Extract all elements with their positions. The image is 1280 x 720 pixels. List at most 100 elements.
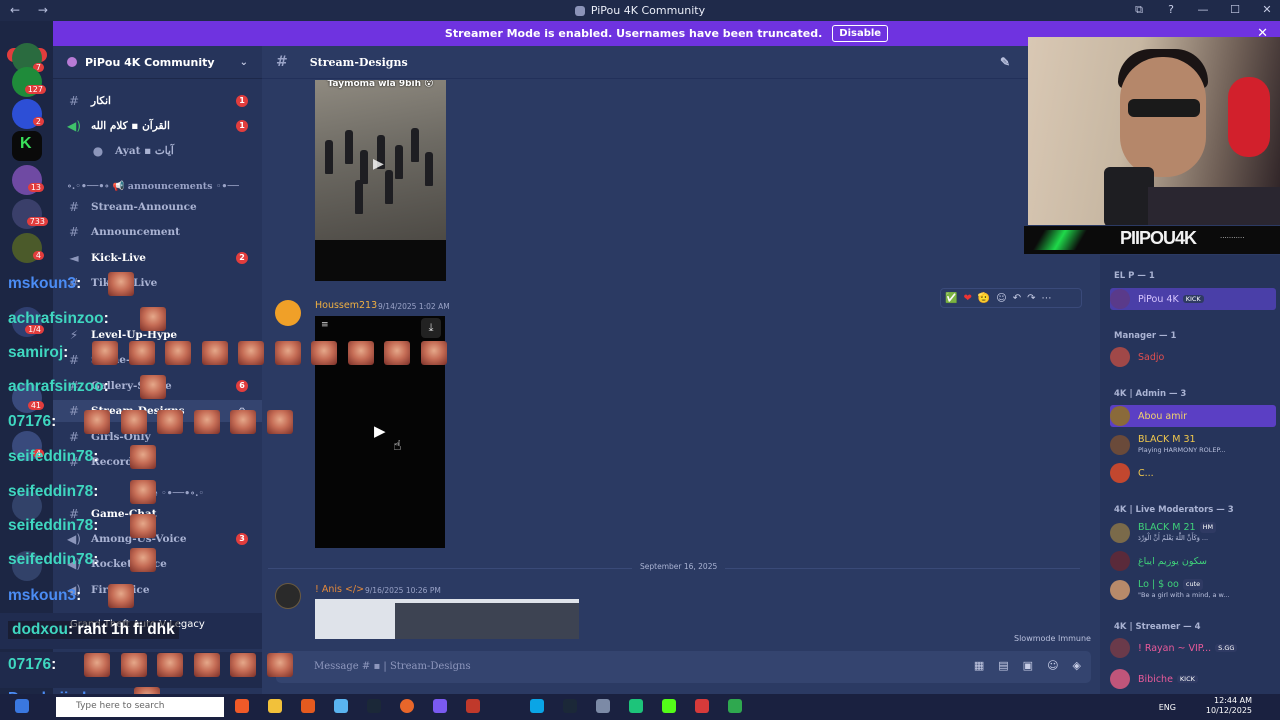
chat-username: samiroj [8, 344, 64, 361]
app-icon[interactable] [530, 699, 544, 713]
member-tag: KICK [1176, 675, 1198, 683]
app-icon[interactable] [466, 699, 480, 713]
steam-icon[interactable] [367, 699, 381, 713]
avatar[interactable] [275, 300, 301, 326]
member-item[interactable]: Bibiche KICK [1110, 668, 1276, 690]
brave-icon[interactable] [235, 699, 249, 713]
chat-username: mskoun3 [8, 587, 77, 604]
message-composer[interactable]: Message # ▪ | Stream-Designs ▦ ▤ ▣ ☺ ◈ [276, 651, 1091, 683]
avatar [1110, 638, 1130, 658]
help-icon[interactable]: ? [1164, 3, 1178, 17]
maximize-button[interactable]: ☐ [1228, 3, 1242, 17]
menu-icon[interactable]: ≡ [321, 320, 329, 330]
chat-overlay-line: achrafsinzoo: [8, 378, 109, 396]
avatar[interactable] [275, 583, 301, 609]
voice-member[interactable]: ● Ayat ▪ آيات [53, 140, 262, 162]
emoji-icon[interactable]: ☺ [1047, 659, 1058, 672]
reply-icon[interactable]: ↶ [1013, 293, 1021, 304]
unread-badge: 733 [26, 217, 48, 226]
channel-item[interactable]: # Scene-Ch [53, 349, 262, 371]
app-icon[interactable] [728, 699, 742, 713]
app-icon[interactable] [334, 699, 348, 713]
message-author[interactable]: ! Anis </> [315, 584, 364, 595]
pin-icon[interactable]: ✎ [1000, 55, 1010, 69]
kick-icon[interactable] [662, 699, 676, 713]
member-item[interactable]: سكون يوزيم ايباغ [1110, 550, 1276, 572]
video-attachment[interactable]: Taymoma wla 9bih 😮 ▶ [315, 80, 446, 281]
chat-message-text: : raht 1h fi dhk [67, 621, 175, 638]
member-item[interactable]: BLACK M 21 HM وَكَأَنَّ اللَّهَ يَعْلَمُ أ… [1110, 522, 1276, 544]
member-item[interactable]: Abou amir [1110, 405, 1276, 427]
sticker-icon[interactable]: ▣ [1023, 659, 1033, 672]
member-item[interactable]: Lo | $ oo cute "Be a girl with a mind, a w… [1110, 579, 1276, 601]
member-item[interactable]: Sadjo [1110, 346, 1276, 368]
language-indicator[interactable]: ENG [1159, 703, 1176, 712]
date-label: September 16, 2025 [632, 562, 726, 571]
app-icon[interactable] [596, 699, 610, 713]
server-icon[interactable]: 733 [12, 199, 48, 229]
app-icon[interactable] [301, 699, 315, 713]
server-header[interactable]: PiPou 4K Community ⌄ [53, 46, 262, 79]
add-reaction-icon[interactable]: ☺ [996, 293, 1006, 304]
reaction-heart-icon[interactable]: ❤ [963, 293, 971, 304]
channel-item[interactable]: ◄ Kick-Live 2 [53, 247, 262, 269]
folder-icon[interactable] [268, 699, 282, 713]
channel-item[interactable]: # انكار 1 [53, 90, 262, 112]
steam-icon[interactable] [563, 699, 577, 713]
member-tag: KICK [1182, 295, 1204, 303]
voice-channel-item[interactable]: ◀) القرآن ▪ كلام الله 1 [53, 115, 262, 137]
chevron-down-icon[interactable]: ⌄ [240, 57, 248, 68]
avatar [1110, 551, 1130, 571]
channel-item[interactable]: # Announcement [53, 221, 262, 243]
hash-icon: # [276, 54, 288, 70]
app-icon[interactable] [400, 699, 414, 713]
taskbar-search[interactable]: Type here to search [56, 697, 224, 717]
unread-badge: 2 [236, 252, 248, 264]
channel-item[interactable]: # Stream-Announce [53, 196, 262, 218]
hash-icon: # [68, 200, 80, 214]
gif-icon[interactable]: ▤ [998, 659, 1008, 672]
message-author[interactable]: Houssem213 [315, 300, 377, 311]
image-attachment[interactable] [315, 599, 579, 639]
apps-icon[interactable]: ◈ [1073, 659, 1081, 672]
app-icon[interactable] [629, 699, 643, 713]
forward-icon[interactable]: ↷ [1027, 293, 1035, 304]
reaction-salute-icon[interactable]: 🫡 [978, 293, 990, 304]
voice-channel-item[interactable]: ◀)Fire-Voice [53, 579, 262, 601]
category-announcements[interactable]: ∘.◦•──•∘ 📢 announcements ◦•── [67, 181, 239, 192]
server-icon[interactable]: 4 [12, 233, 44, 263]
app-icon[interactable] [695, 699, 709, 713]
system-clock[interactable]: 12:44 AM 10/12/2025 [1206, 696, 1252, 716]
start-icon[interactable] [15, 699, 29, 713]
disable-button[interactable]: Disable [832, 25, 889, 42]
kick-server-icon[interactable]: K [12, 131, 42, 161]
more-icon[interactable]: ⋯ [1042, 293, 1052, 304]
member-item[interactable]: BLACK M 31 Playing HARMONY ROLEP... [1110, 434, 1276, 456]
download-icon[interactable]: ⤓ [421, 318, 441, 338]
gift-icon[interactable]: ▦ [974, 659, 984, 672]
member-group-header: 4K | Live Moderators — 3 [1114, 505, 1234, 515]
forward-arrow-icon[interactable]: → [38, 3, 48, 17]
emote-image [140, 375, 166, 399]
chat-message-text: : [103, 310, 109, 327]
emote-image [420, 341, 447, 365]
channel-item[interactable]: #Tiktok-Live [53, 272, 262, 294]
play-icon[interactable]: ▶ [373, 156, 384, 172]
discord-icon[interactable] [433, 699, 447, 713]
server-icon[interactable]: 127 [12, 67, 46, 97]
inbox-icon[interactable]: ⧉ [1132, 3, 1146, 17]
play-icon[interactable]: ▶ [374, 422, 386, 440]
member-item[interactable]: ! Rayan ~ VIP... S.GG [1110, 637, 1276, 659]
channel-label: Stream-Announce [91, 201, 197, 213]
member-item[interactable]: PiPou 4K KICK [1110, 288, 1276, 310]
server-icon[interactable]: 2 [12, 99, 44, 129]
chat-overlay-line: seifeddin78: [8, 517, 98, 535]
chat-message-text: : [51, 656, 57, 673]
member-item[interactable]: C... [1110, 462, 1276, 484]
back-arrow-icon[interactable]: ← [10, 3, 20, 17]
minimize-button[interactable]: — [1196, 3, 1210, 17]
member-activity: Playing HARMONY ROLEP... [1138, 446, 1226, 454]
reaction-check-icon[interactable]: ✅ [945, 293, 957, 304]
server-icon[interactable]: 13 [12, 165, 44, 195]
close-button[interactable]: ✕ [1260, 3, 1274, 17]
